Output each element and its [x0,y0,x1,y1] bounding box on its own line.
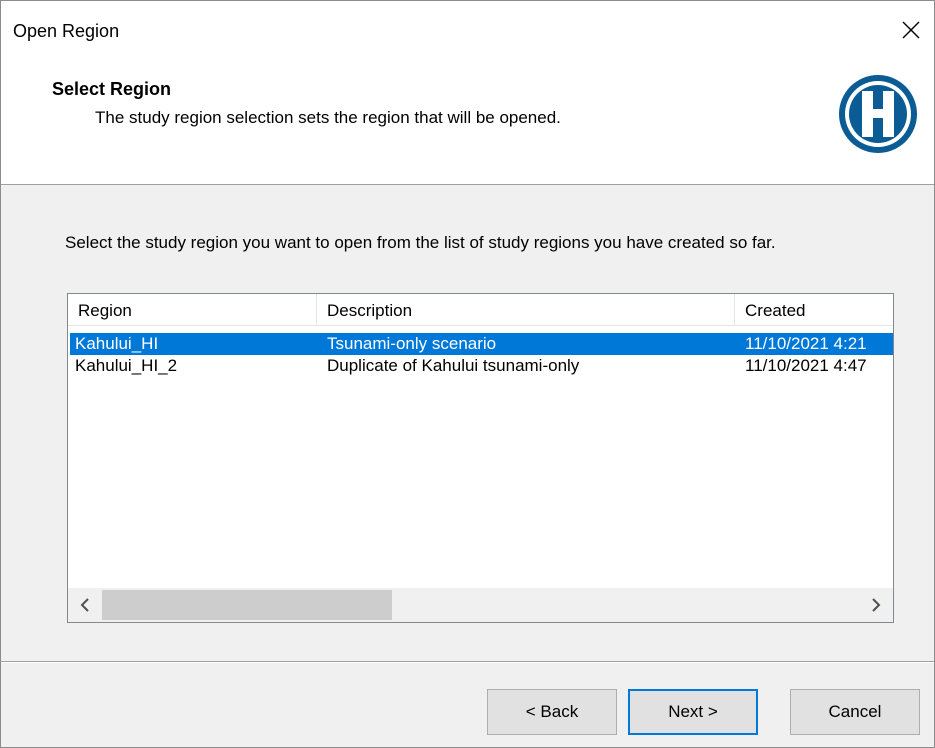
close-icon [902,21,920,39]
title-bar: Open Region [1,1,934,59]
cancel-button-label: Cancel [828,702,882,721]
hazus-logo-icon [839,75,917,153]
list-header: Region Description Created [68,294,893,326]
window-title: Open Region [13,21,120,41]
scroll-left-button[interactable] [68,588,102,622]
column-header-region[interactable]: Region [68,294,317,325]
region-list[interactable]: Region Description Created Kahului_HI Ts… [67,293,894,623]
row-created: 11/10/2021 4:47 [745,356,867,375]
column-header-description[interactable]: Description [317,294,735,325]
open-region-dialog: Open Region Select Region The study regi… [0,0,935,748]
footer-divider [1,661,934,663]
scrollbar-thumb[interactable] [102,590,392,620]
row-description: Tsunami-only scenario [327,334,497,353]
wizard-header: Select Region The study region selection… [1,59,934,185]
close-button[interactable] [888,1,934,59]
header-title: Select Region [52,79,172,99]
next-button[interactable]: Next > [628,689,758,735]
list-row[interactable]: Kahului_HI_2 Duplicate of Kahului tsunam… [70,355,893,377]
scroll-right-button[interactable] [859,588,893,622]
horizontal-scrollbar[interactable] [68,588,893,622]
chevron-right-icon [872,598,881,612]
row-description: Duplicate of Kahului tsunami-only [327,356,580,375]
back-button[interactable]: < Back [487,689,617,735]
row-region: Kahului_HI_2 [75,356,178,375]
chevron-left-icon [80,598,89,612]
cancel-button[interactable]: Cancel [790,689,920,735]
back-button-label: < Back [525,702,579,721]
header-subtitle: The study region selection sets the regi… [95,108,561,127]
row-created: 11/10/2021 4:21 [745,334,867,353]
list-row[interactable]: Kahului_HI Tsunami-only scenario 11/10/2… [70,333,893,355]
instructions-text: Select the study region you want to open… [65,233,776,252]
row-region: Kahului_HI [75,334,159,353]
column-header-created[interactable]: Created [735,294,893,325]
next-button-label: Next > [668,702,718,721]
